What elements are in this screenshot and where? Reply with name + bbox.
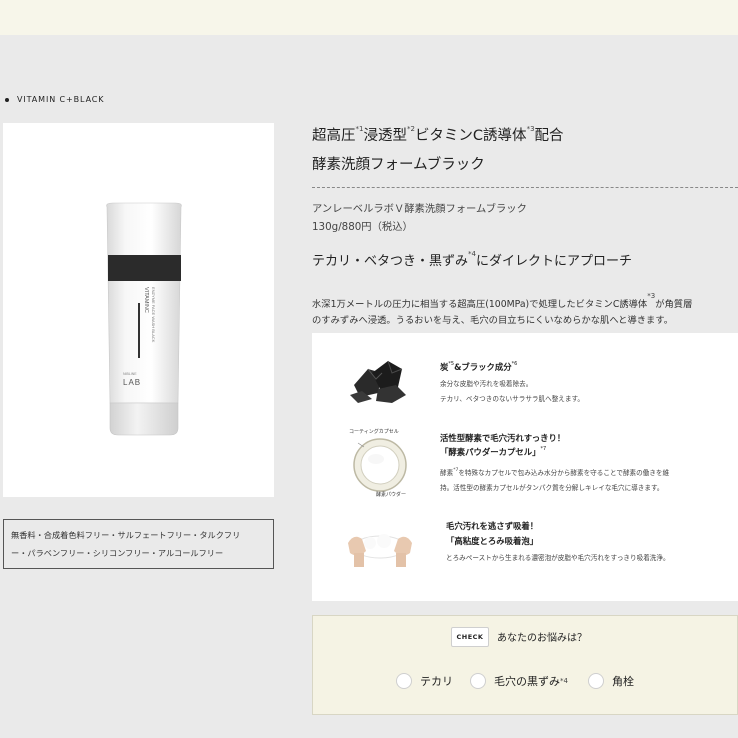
footnote-mark: *3 (526, 125, 535, 133)
concern-option-shine[interactable]: テカリ (396, 671, 453, 691)
top-banner-strip (0, 0, 738, 35)
product-description: 水深1万メートルの圧力に相当する超高圧(100MPa)で処理したビタミンC誘導体… (312, 288, 738, 329)
ingredient-1-text-line-1: 余分な皮脂や汚れを吸着除去。 (440, 380, 533, 388)
ingredient-2-text: 酵素*7を特殊なカプセルで包み込み水分から酵素を守ることで酵素の働きを維 持。活… (440, 463, 669, 496)
tube-black-band (108, 255, 181, 281)
footnote-mark: *4 (468, 250, 476, 258)
footnote-mark: *4 (560, 677, 568, 685)
tube-logo-small: NIBLINE (123, 372, 137, 376)
capsule-caption-top: コーティングカプセル (349, 429, 399, 435)
ingredient-2-title: 活性型酵素で毛穴汚れすっきり！ (440, 433, 566, 443)
ingredients-panel: 炭*5&ブラック成分*6 余分な皮脂や汚れを吸着除去。 テカリ、ベタつきのないサ… (312, 333, 738, 601)
tagline-part-1: テカリ・ベタつき・黒ずみ (312, 254, 469, 269)
ingredient-2-text-line-2: 持。活性型の酵素カプセルがタンパク質を分解しキレイな毛穴に導きます。 (440, 484, 664, 492)
description-line-2: のすみずみへ浸透。うるおいを与え、毛穴の目立ちにくいなめらかな肌へと導きます。 (312, 315, 673, 326)
section-label: VITAMIN C+BLACK (5, 95, 104, 104)
charcoal-icon (350, 360, 406, 403)
radio-button[interactable] (470, 673, 486, 689)
option-label: テカリ (420, 675, 453, 688)
concern-option-plugs[interactable]: 角栓 (588, 671, 634, 691)
ingredient-1-text-line-2: テカリ、ベタつきのないサラサラ肌へ整えます。 (440, 395, 585, 403)
radio-button[interactable] (588, 673, 604, 689)
concern-option-blackheads[interactable]: 毛穴の黒ずみ *4 (470, 671, 568, 691)
check-badge: CHECK (451, 627, 489, 647)
tagline-part-2: にダイレクトにアプローチ (475, 254, 632, 269)
product-tagline: テカリ・ベタつき・黒ずみ*4にダイレクトにアプローチ (312, 250, 632, 269)
headline-part-2: 浸透型 (363, 128, 407, 144)
option-label: 毛穴の黒ずみ (494, 675, 560, 688)
face-wash-tube-image: VITAMINC ENZYME FACE WASH BLACK NIBLINE … (106, 202, 182, 436)
description-line-1: 水深1万メートルの圧力に相当する超高圧(100MPa)で処理したビタミンC誘導体 (312, 299, 648, 310)
dashed-divider (312, 187, 738, 188)
free-from-features-box: 無香料・合成着色料フリー・サルフェートフリー・タルクフリ ー・パラベンフリー・シ… (3, 519, 274, 569)
footnote-mark: *2 (406, 125, 415, 133)
product-name: アンレーベルラボＶ酵素洗顔フォームブラック (312, 203, 527, 215)
tube-cap (109, 402, 179, 436)
description-line-1-end: が角質層 (655, 299, 693, 310)
ingredient-1-text: 余分な皮脂や汚れを吸着除去。 テカリ、ベタつきのないサラサラ肌へ整えます。 (440, 377, 584, 407)
product-price: 130g/880円（税込） (312, 221, 413, 233)
bullet-dot-icon (5, 97, 9, 102)
product-title: 酵素洗顔フォームブラック (312, 157, 485, 173)
ingredient-3-subtitle: 「高粘度とろみ吸着泡」 (446, 536, 539, 546)
tube-brand-line2: ENZYME FACE WASH BLACK (151, 287, 156, 343)
enzyme-capsule-icon (353, 438, 407, 492)
section-label-text: VITAMIN C+BLACK (17, 95, 105, 104)
ingredient-3-text: とろみペーストから生まれる濃密泡が皮脂や毛穴汚れをすっきり吸着洗浄。 (446, 554, 670, 562)
footnote-mark: *3 (647, 292, 656, 300)
option-label: 角栓 (612, 675, 634, 688)
capsule-caption-bottom: 酵素パウダー (376, 492, 407, 498)
ingredient-1-title: 炭*5&ブラック成分*6 (440, 361, 518, 372)
product-headline: 超高圧*1浸透型*2ビタミンC誘導体*3配合 (312, 124, 564, 145)
radio-button[interactable] (396, 673, 412, 689)
check-question: あなたのお悩みは？ (497, 633, 587, 644)
headline-part-4: 配合 (534, 128, 564, 144)
headline-part-3: ビタミンC誘導体 (414, 128, 527, 144)
features-line-1: 無香料・合成着色料フリー・サルフェートフリー・タルクフリ (11, 530, 241, 540)
product-image: VITAMINC ENZYME FACE WASH BLACK NIBLINE … (3, 123, 274, 497)
ingredient-3-title: 毛穴汚れを逃さず吸着！ (446, 521, 539, 531)
tube-logo: LAB (123, 378, 141, 387)
ingredient-2-subtitle: 「酵素パウダーカプセル」*7 (440, 446, 547, 457)
headline-part-1: 超高圧 (312, 128, 356, 144)
features-line-2: ー・パラベンフリー・シリコンフリー・アルコールフリー (11, 548, 224, 558)
tube-brand-line1: VITAMINC (143, 287, 149, 313)
foam-hands-icon (348, 534, 412, 567)
